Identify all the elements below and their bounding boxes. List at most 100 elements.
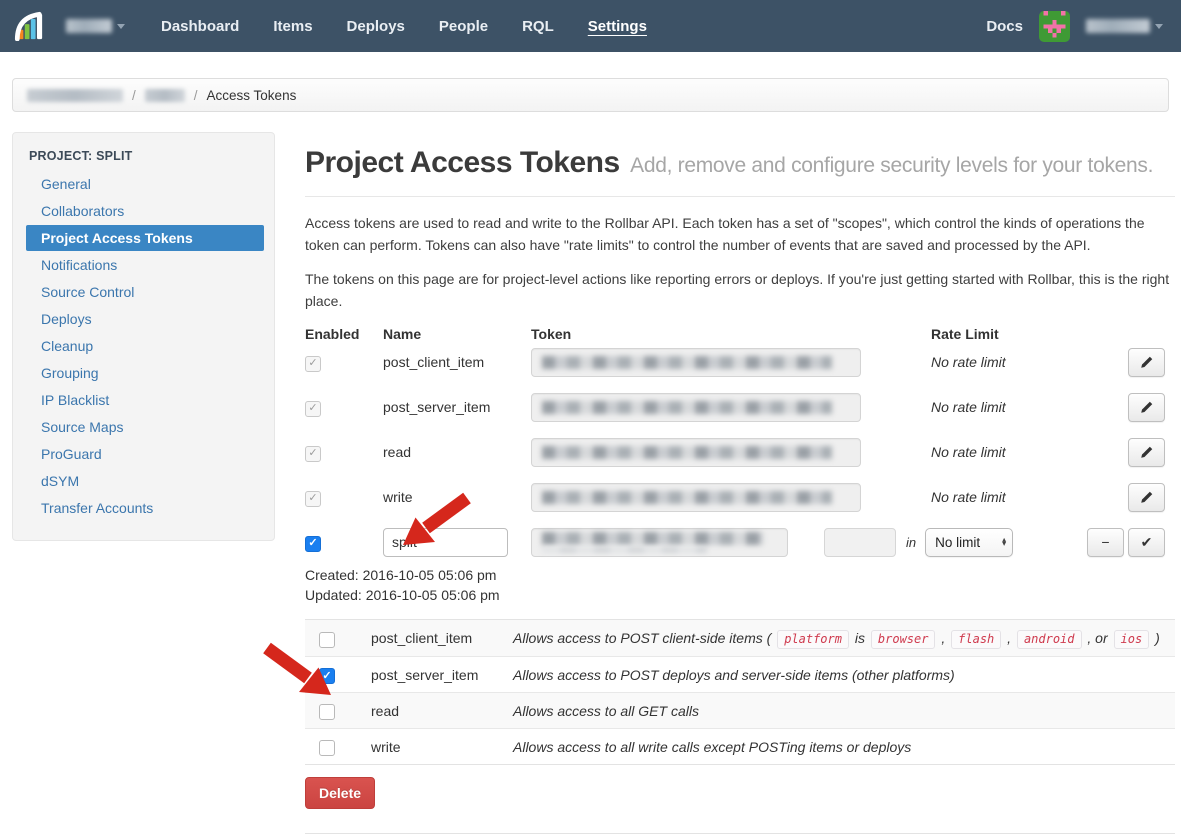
intro-paragraph-1: Access tokens are used to read and write… [305,213,1175,256]
project-selector-dropdown[interactable] [66,19,125,33]
pencil-icon [1140,446,1153,459]
breadcrumb-current: Access Tokens [207,88,297,103]
main-nav: Dashboard Items Deploys People RQL Setti… [161,18,647,35]
sidebar-item-dsym[interactable]: dSYM [26,468,264,494]
rate-limit-window-select[interactable]: No limit ▴▾ [925,528,1013,557]
scope-description: Allows access to all write calls except … [513,739,1175,755]
sidebar-item-cleanup[interactable]: Cleanup [26,333,264,359]
nav-items[interactable]: Items [273,18,312,35]
code-chip-browser: browser [871,630,936,649]
sidebar-item-grouping[interactable]: Grouping [26,360,264,386]
nav-rql[interactable]: RQL [522,18,554,35]
user-menu-dropdown[interactable] [1086,19,1163,33]
redacted-project-name [66,19,112,33]
col-rate-limit: Rate Limit [931,326,1085,342]
new-token-name-input[interactable] [383,528,508,557]
token-value-redacted[interactable] [531,438,861,467]
rollbar-logo[interactable] [14,11,44,41]
pixel-avatar-icon [1039,11,1070,42]
scope-row-read: ✓ read Allows access to all GET calls [305,692,1175,728]
settings-sidebar: PROJECT: SPLIT General Collaborators Pro… [12,132,275,541]
user-avatar[interactable] [1039,11,1070,42]
sidebar-item-deploys[interactable]: Deploys [26,306,264,332]
sidebar-item-collaborators[interactable]: Collaborators [26,198,264,224]
token-value-redacted[interactable] [531,483,861,512]
token-row-post-server-item: ✓ post_server_item No rate limit [305,393,1175,422]
nav-dashboard[interactable]: Dashboard [161,18,239,35]
rate-limit-value: No rate limit [931,489,1085,505]
edit-token-button[interactable] [1128,348,1165,377]
pencil-icon [1140,401,1153,414]
enabled-checkbox[interactable]: ✓ [305,491,321,507]
scope-name: post_server_item [371,667,513,683]
edit-token-button[interactable] [1128,393,1165,422]
enabled-checkbox-checked[interactable]: ✓ [305,536,321,552]
scope-name: write [371,739,513,755]
sidebar-item-proguard[interactable]: ProGuard [26,441,264,467]
token-row-write: ✓ write No rate limit [305,483,1175,512]
top-navbar: Dashboard Items Deploys People RQL Setti… [0,0,1181,52]
divider [305,196,1175,197]
enabled-checkbox[interactable]: ✓ [305,446,321,462]
rate-limit-count-input[interactable] [824,528,896,557]
token-row-post-client-item: ✓ post_client_item No rate limit [305,348,1175,377]
redacted-account-crumb[interactable] [27,89,123,102]
page-title: Project Access Tokens [305,146,620,179]
scope-description: Allows access to POST client-side items … [513,630,1175,646]
enabled-checkbox[interactable]: ✓ [305,401,321,417]
token-value-redacted[interactable] [531,393,861,422]
sidebar-item-source-maps[interactable]: Source Maps [26,414,264,440]
confirm-new-token-button[interactable]: ✔ [1128,528,1165,557]
token-name: read [383,444,531,460]
scope-checkbox[interactable]: ✓ [319,740,335,756]
sidebar-item-project-access-tokens[interactable]: Project Access Tokens [26,225,264,251]
sidebar-item-transfer-accounts[interactable]: Transfer Accounts [26,495,264,521]
scope-checkbox[interactable]: ✓ [319,704,335,720]
redacted-project-crumb[interactable] [145,89,185,102]
chevron-down-icon [1155,24,1163,29]
scope-checkbox[interactable]: ✓ [319,632,335,648]
chevron-down-icon [117,24,125,29]
desc-text: , or [1087,630,1107,646]
page-subtitle: Add, remove and configure security level… [630,154,1153,177]
code-chip-platform: platform [777,630,849,649]
token-value-redacted[interactable] [531,528,788,557]
rate-limit-in-label: in [906,535,916,550]
remove-new-token-button[interactable]: − [1087,528,1124,557]
nav-people[interactable]: People [439,18,488,35]
edit-token-button[interactable] [1128,483,1165,512]
code-chip-flash: flash [951,630,1001,649]
sidebar-item-general[interactable]: General [26,171,264,197]
enabled-checkbox[interactable]: ✓ [305,356,321,372]
tokens-table-header: Enabled Name Token Rate Limit [305,326,1175,342]
sidebar-item-notifications[interactable]: Notifications [26,252,264,278]
nav-docs[interactable]: Docs [986,18,1023,35]
scope-row-write: ✓ write Allows access to all write calls… [305,728,1175,764]
rate-limit-value: No rate limit [931,444,1085,460]
token-value-redacted[interactable] [531,348,861,377]
desc-text: , [941,630,945,646]
col-name: Name [383,326,531,342]
col-token: Token [531,326,931,342]
redacted-username [1086,19,1150,33]
scope-description: Allows access to POST deploys and server… [513,667,1175,683]
sidebar-item-source-control[interactable]: Source Control [26,279,264,305]
sidebar-item-ip-blacklist[interactable]: IP Blacklist [26,387,264,413]
desc-text: is [855,630,865,646]
desc-text: Allows access to POST client-side items … [513,630,771,646]
token-row-new-split: ✓ in No limit ▴▾ − [305,528,1175,557]
delete-button[interactable]: Delete [305,777,375,809]
sidebar-header: PROJECT: SPLIT [13,149,274,171]
scope-row-post-server-item: ✓ post_server_item Allows access to POST… [305,656,1175,692]
scope-name: post_client_item [371,630,513,646]
rate-limit-value: No rate limit [931,399,1085,415]
breadcrumb-separator: / [132,88,136,103]
nav-deploys[interactable]: Deploys [347,18,405,35]
edit-token-button[interactable] [1128,438,1165,467]
select-stepper-icon: ▴▾ [1002,538,1006,547]
updated-timestamp: Updated: 2016-10-05 05:06 pm [305,585,1175,605]
code-chip-ios: ios [1114,630,1150,649]
scope-checkbox-checked[interactable]: ✓ [319,668,335,684]
rollbar-logo-icon [14,11,44,41]
nav-settings[interactable]: Settings [588,18,647,35]
